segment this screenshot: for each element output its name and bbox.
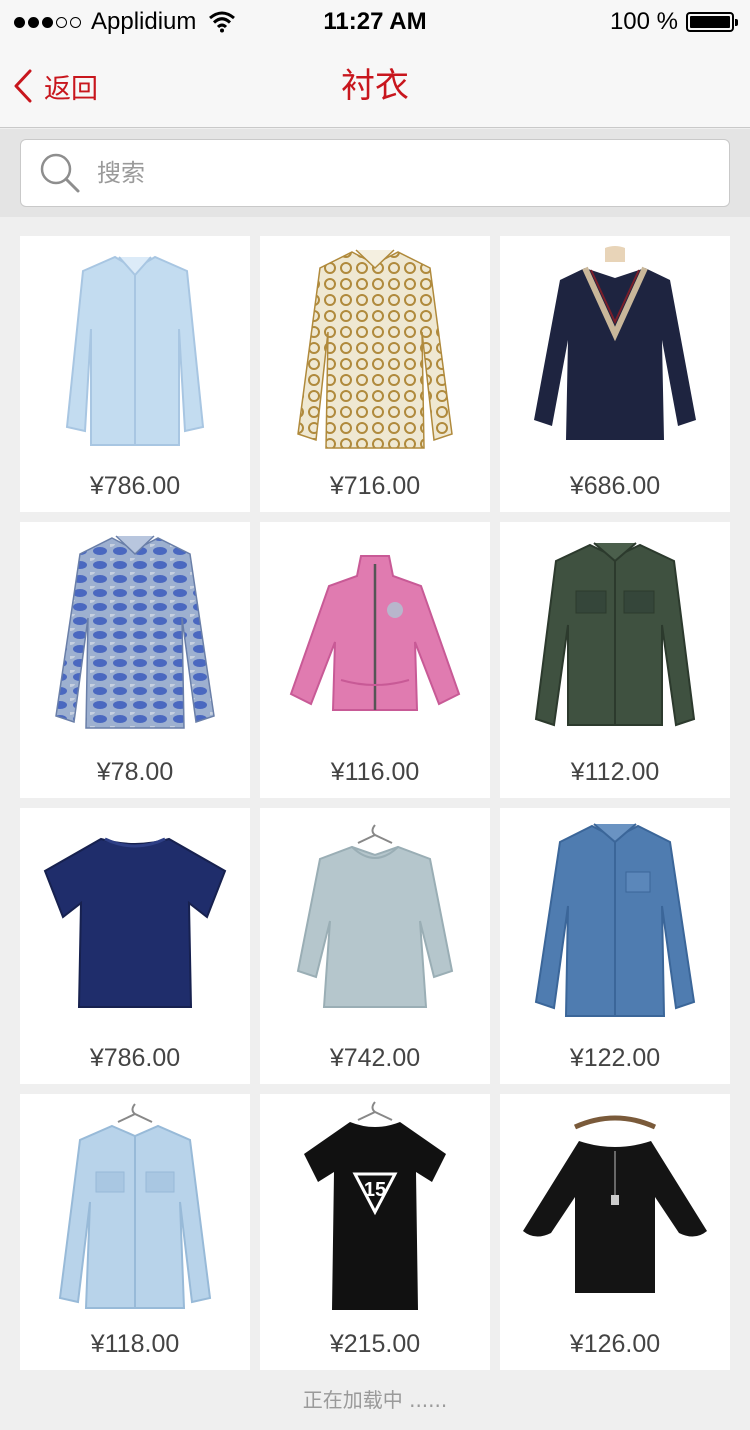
product-card[interactable]: ¥118.00: [20, 1094, 250, 1370]
product-image: [20, 522, 250, 748]
product-image: 15: [260, 1094, 490, 1320]
search-input[interactable]: [97, 148, 697, 198]
product-image: [500, 236, 730, 462]
battery-percent: 100 %: [609, 8, 678, 35]
product-card[interactable]: ¥112.00: [500, 522, 730, 798]
product-card[interactable]: ¥742.00: [260, 808, 490, 1084]
product-card[interactable]: ¥786.00: [20, 236, 250, 512]
product-image: [500, 522, 730, 748]
product-card[interactable]: 15 ¥215.00: [260, 1094, 490, 1370]
product-grid: ¥786.00 ¥716.00 ¥686.00 ¥78.00 ¥116.00 ¥…: [20, 236, 730, 1370]
product-price: ¥122.00: [569, 1044, 661, 1072]
product-price: ¥78.00: [96, 758, 174, 786]
search-icon: [40, 153, 80, 193]
product-price: ¥742.00: [329, 1044, 421, 1072]
product-card[interactable]: ¥786.00: [20, 808, 250, 1084]
product-card[interactable]: ¥122.00: [500, 808, 730, 1084]
product-price: ¥116.00: [330, 758, 420, 786]
search-box[interactable]: [20, 139, 730, 207]
product-image: [260, 808, 490, 1034]
product-image: [20, 1094, 250, 1320]
product-card[interactable]: ¥126.00: [500, 1094, 730, 1370]
product-price: ¥118.00: [90, 1330, 180, 1358]
status-bar: Applidium 11:27 AM 100 %: [0, 0, 750, 44]
loading-indicator: 正在加载中 ......: [302, 1388, 448, 1412]
product-price: ¥716.00: [329, 472, 421, 500]
product-image: [20, 236, 250, 462]
product-price: ¥686.00: [569, 472, 661, 500]
product-image: [260, 522, 490, 748]
page-title: 衬衣: [341, 66, 409, 106]
product-image: [20, 808, 250, 1034]
product-image: [260, 236, 490, 462]
product-price: ¥126.00: [569, 1330, 661, 1358]
status-right: 100 %: [609, 8, 738, 36]
search-area: [0, 129, 750, 217]
product-card[interactable]: ¥716.00: [260, 236, 490, 512]
product-price: ¥786.00: [89, 472, 181, 500]
product-price: ¥786.00: [89, 1044, 181, 1072]
svg-text:15: 15: [364, 1179, 386, 1201]
product-image: [500, 808, 730, 1034]
product-price: ¥215.00: [329, 1330, 421, 1358]
product-card[interactable]: ¥78.00: [20, 522, 250, 798]
product-image: [500, 1094, 730, 1320]
product-card[interactable]: ¥686.00: [500, 236, 730, 512]
product-card[interactable]: ¥116.00: [260, 522, 490, 798]
navigation-bar: 返回 衬衣: [0, 44, 750, 128]
product-price: ¥112.00: [570, 758, 660, 786]
battery-icon: [686, 12, 738, 32]
